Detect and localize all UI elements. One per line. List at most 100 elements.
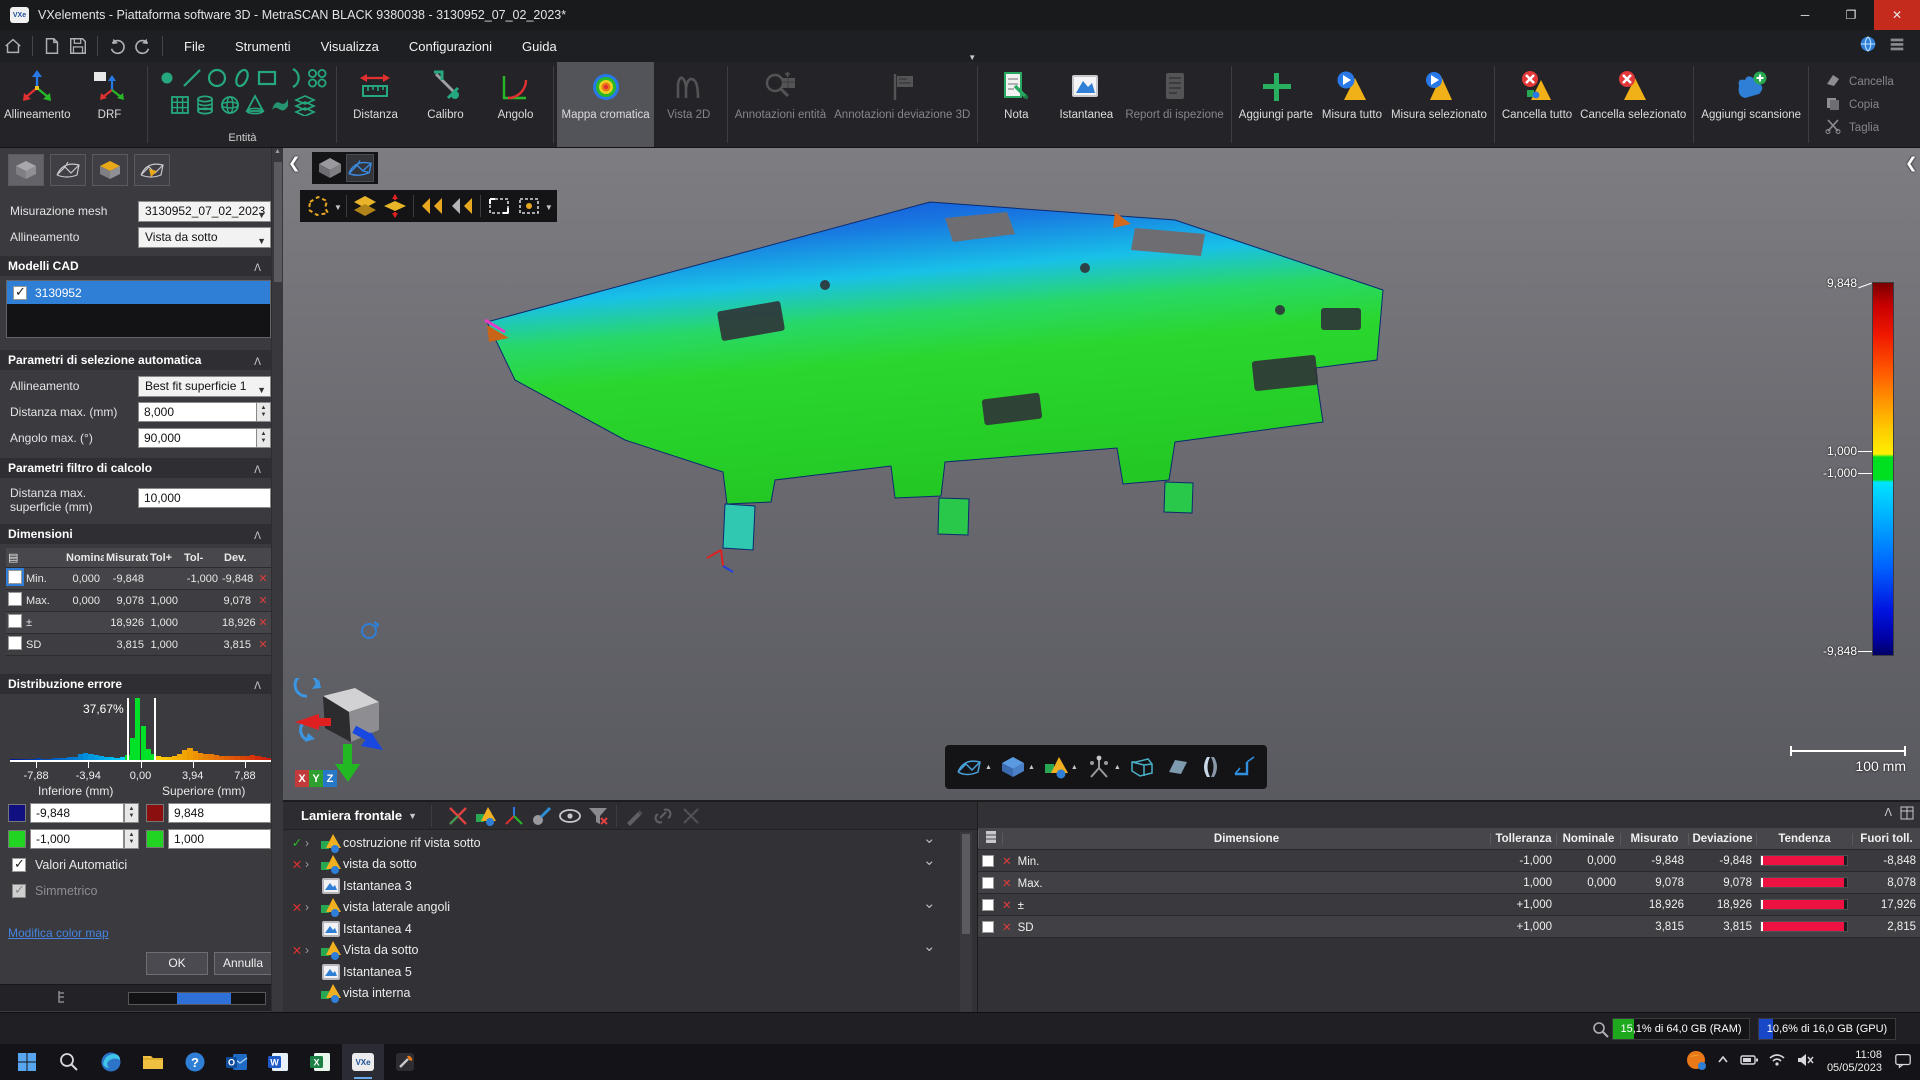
solid-colored-view-button[interactable] [92,154,128,186]
ribbon-mappa-cromatica-button[interactable]: Mappa cromatica [557,62,653,147]
tree-item[interactable]: vista interna [283,983,943,1005]
alignment-combo[interactable]: Vista da sotto▼ [138,227,271,248]
line-icon[interactable] [181,67,203,94]
result-row-checkbox[interactable] [982,855,994,867]
volume-icon[interactable] [1795,1052,1815,1073]
zoom-search-icon[interactable] [1592,1021,1609,1043]
tree-item[interactable]: ✕›vista laterale angoli⌄ [283,897,943,919]
ribbon-cancella-tutto-button[interactable]: Cancella tutto [1498,62,1576,147]
targets-display-icon[interactable]: ▲ [1086,754,1121,780]
ok-button[interactable]: OK [146,952,208,975]
menu-visualizza[interactable]: Visualizza [306,39,394,54]
expander-icon[interactable]: › [305,857,319,871]
max-distance-stepper[interactable]: ▲▼ [256,402,271,422]
cad-model-row[interactable]: 3130952 [7,281,270,304]
online-services-globe-icon[interactable] [1858,34,1878,59]
ribbon-aggiungi-parte-button[interactable]: Aggiungi parte [1235,62,1317,147]
wifi-icon[interactable] [1767,1052,1787,1073]
dims-table-row[interactable]: SD3,8151,0003,815✕ [6,634,271,656]
high-tol-input[interactable]: 1,000 [168,829,271,849]
row-chevron-icon[interactable]: ⌄ [923,937,936,955]
undo-icon[interactable] [104,34,130,58]
new-session-icon[interactable] [39,34,65,58]
result-row-checkbox[interactable] [982,899,994,911]
panel-list-icon[interactable] [1888,35,1906,58]
visible-surfaces-icon[interactable] [351,192,379,220]
max-angle-stepper[interactable]: ▲▼ [256,428,271,448]
dims-table-row[interactable]: ±18,9261,00018,926✕ [6,612,271,634]
lasso-selection-icon[interactable] [304,192,332,220]
collapse-table-icon[interactable]: ᐱ [1884,806,1892,823]
ribbon-istantanea-button[interactable]: Istantanea [1051,62,1121,147]
cone-icon[interactable] [244,94,266,121]
viewport-3d[interactable]: ❮ ❮ ▼▼ [283,148,1920,800]
collapse-left-panel-icon[interactable]: ❮ [288,154,301,172]
dim-row-checkbox[interactable] [8,570,22,584]
expander-icon[interactable]: › [305,943,319,957]
low-tol-color-swatch[interactable] [8,830,26,848]
ribbon-distanza-button[interactable]: Distanza [340,62,410,147]
ribbon-nota-button[interactable]: Nota [981,62,1051,147]
results-table-row[interactable]: ✕Max.1,0000,0009,0789,0788,078 [978,872,1920,894]
visibility-icon[interactable] [558,805,582,827]
tree-item[interactable]: ✕›Vista da sotto⌄ [283,940,943,962]
ribbon-cancella-selezionato-button[interactable]: Cancella selezionato [1576,62,1690,147]
dim-row-checkbox[interactable] [8,592,22,606]
edge-taskbar-icon[interactable] [90,1044,132,1080]
triad-icon[interactable] [502,805,526,827]
dim-row-checkbox[interactable] [8,614,22,628]
outlook-taskbar-icon[interactable]: O [216,1044,258,1080]
circle-icon[interactable] [206,67,228,94]
results-table-row[interactable]: ✕±+1,00018,92618,92617,926 [978,894,1920,916]
bounding-box-icon[interactable] [1129,754,1155,780]
start-taskbar-icon[interactable] [6,1044,48,1080]
wireframe-mesh-icon[interactable] [346,154,374,182]
battery-icon[interactable] [1739,1052,1759,1073]
mesh-colored-view-button[interactable] [134,154,170,186]
dim-row-checkbox[interactable] [8,636,22,650]
ribbon-misura-selezionato-button[interactable]: Misura selezionato [1387,62,1491,147]
section-filter-params[interactable]: Parametri filtro di calcoloᐱ [0,458,271,478]
left-panel-scrollbar[interactable]: ▲ [271,148,283,1012]
menu-guida[interactable]: Guida [507,39,572,54]
surface-icon[interactable] [269,94,291,121]
circle-grid-icon[interactable] [306,67,328,94]
rectangle-icon[interactable] [256,67,278,94]
home-icon[interactable] [0,34,26,58]
max-color-swatch[interactable] [146,804,164,822]
menu-file[interactable]: File [169,39,220,54]
max-angle-input[interactable]: 90,000 [138,428,257,448]
cancel-button[interactable]: Annulla [214,952,272,975]
max-distance-input[interactable]: 8,000 [138,402,257,422]
filter-icon[interactable] [586,805,610,827]
solid-view-button[interactable] [8,154,44,186]
rotation-center-icon[interactable] [358,618,382,647]
colormap-dab-icon[interactable] [530,805,554,827]
search-taskbar-icon[interactable] [48,1044,90,1080]
cad-model-checkbox[interactable] [13,286,27,300]
excel-taskbar-icon[interactable]: X [300,1044,342,1080]
low-tol-stepper[interactable]: ▲▼ [124,829,139,849]
redo-icon[interactable] [130,34,156,58]
ribbon-drf-button[interactable]: DRF [74,62,144,147]
row-chevron-icon[interactable]: ⌄ [923,851,936,869]
ribbon-angolo-button[interactable]: Angolo [480,62,550,147]
ribbon-allineamento-button[interactable]: Allineamento [0,62,74,147]
solid-display-icon[interactable]: ▲ [1000,754,1035,780]
entities-icon[interactable] [474,805,498,827]
plane-grid-icon[interactable] [169,94,191,121]
dims-table-row[interactable]: Max.0,0009,0781,0009,078✕ [6,590,271,612]
low-tol-input[interactable]: -1,000 [30,829,124,849]
part-3d-colormap-model[interactable] [475,190,1395,580]
max-value-input[interactable]: 9,848 [168,803,271,823]
wire-surface-icon[interactable]: ▲ [955,754,992,780]
table-layout-icon[interactable] [1900,806,1914,823]
menu-configurazioni[interactable]: Configurazioni [394,39,507,54]
dims-table-row[interactable]: Min.0,000-9,848-1,000-9,848✕ [6,568,271,590]
mirror-display-icon[interactable] [1197,754,1223,780]
results-table-row[interactable]: ✕SD+1,0003,8153,8152,815 [978,916,1920,938]
vxelements-taskbar-icon[interactable]: VXe [342,1044,384,1080]
edit-colormap-link[interactable]: Modifica color map [8,926,109,940]
min-value-stepper[interactable]: ▲▼ [124,803,139,823]
tray-caret-icon[interactable] [1715,1052,1731,1073]
